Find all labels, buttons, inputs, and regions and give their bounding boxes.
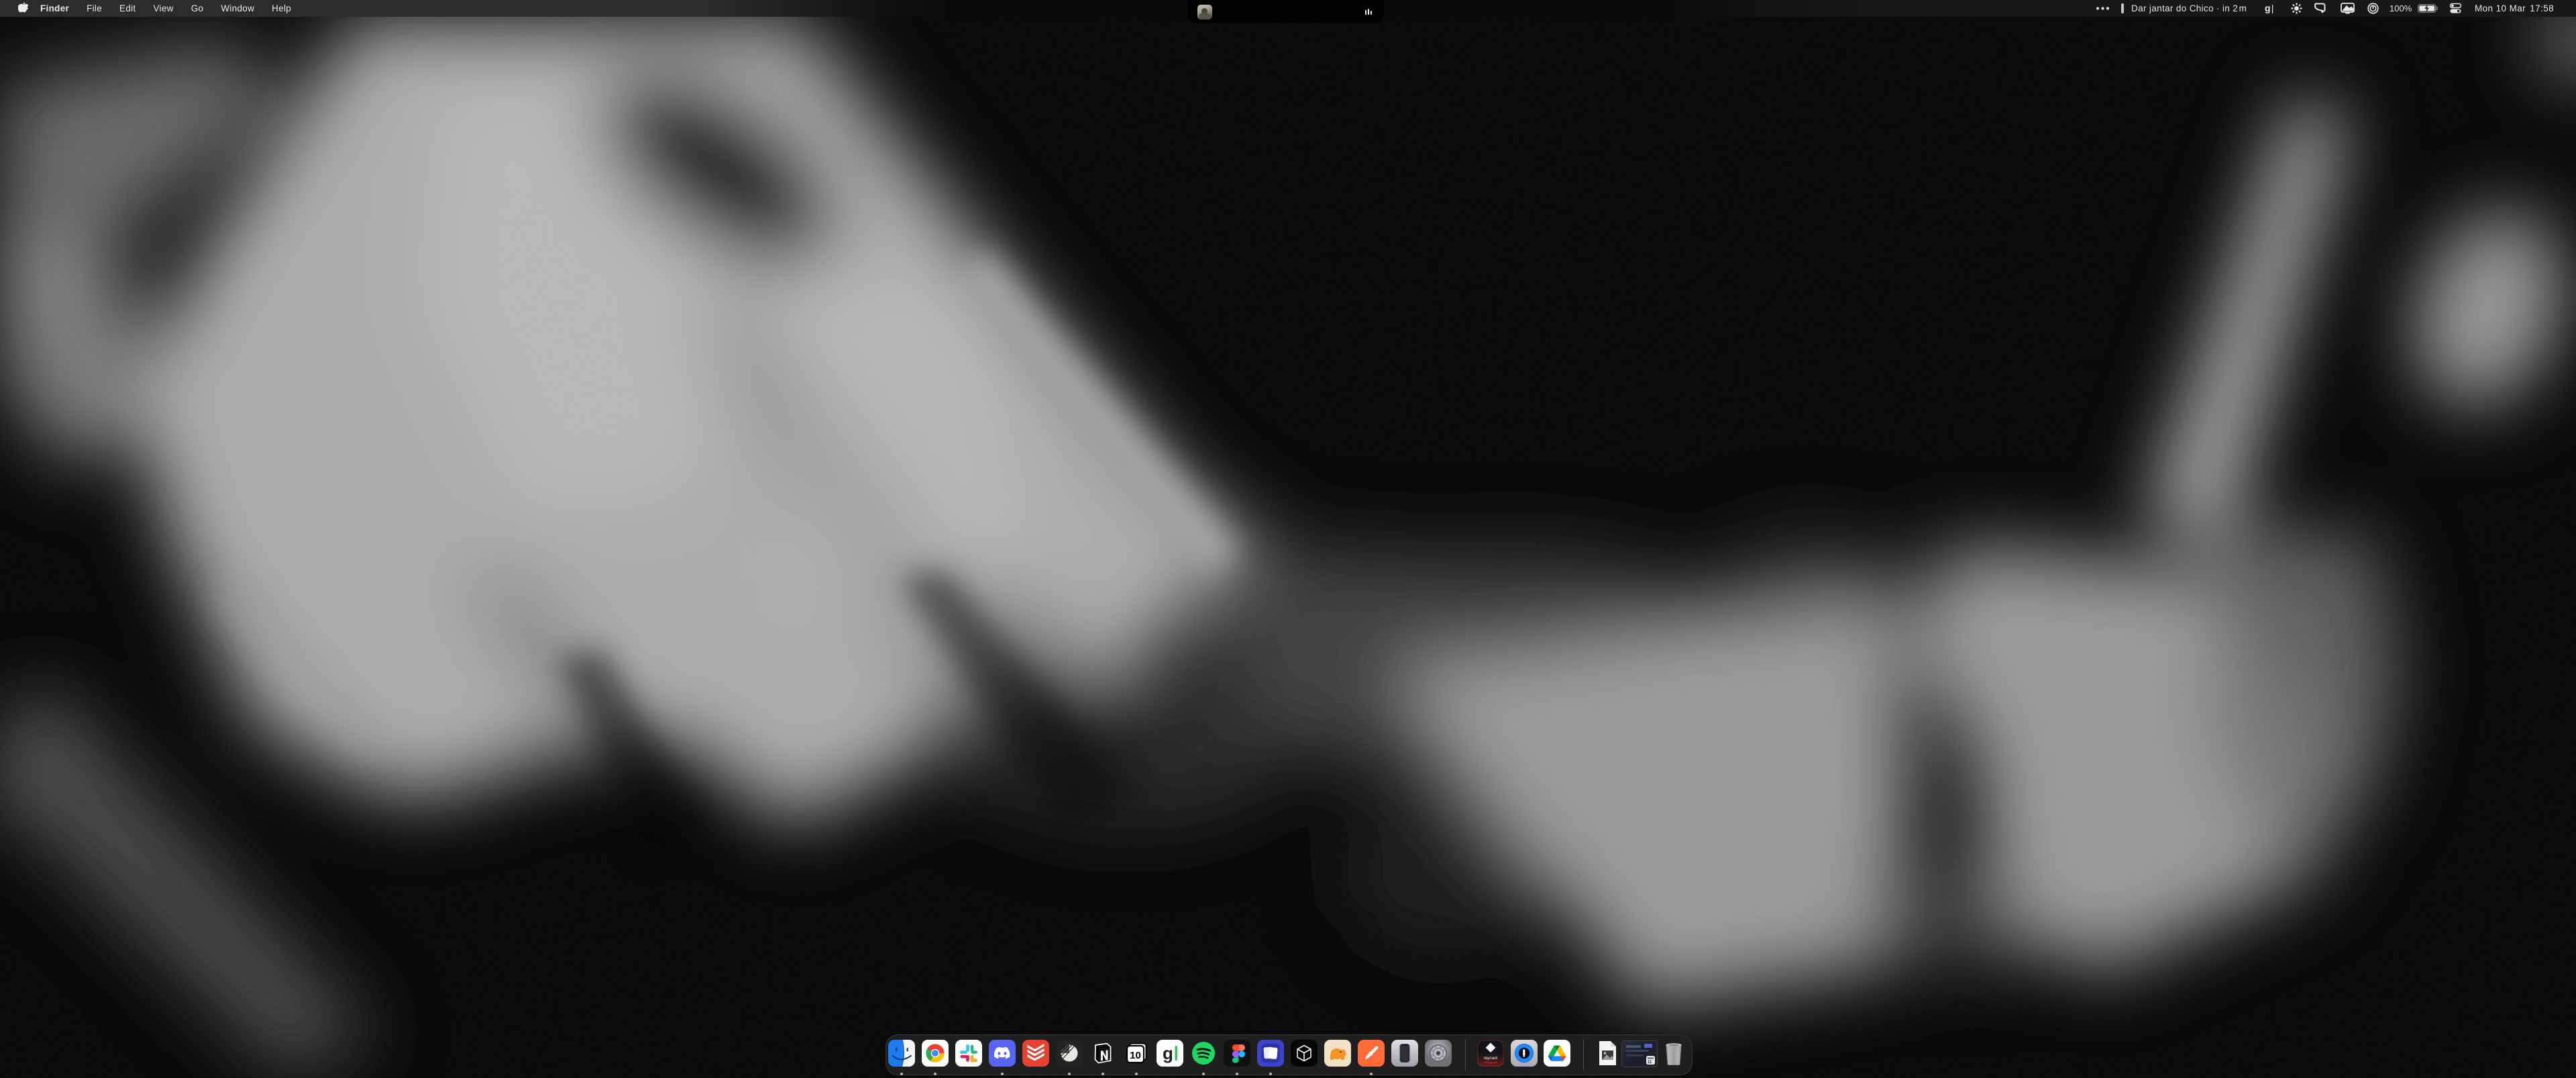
svg-text:10: 10 (1130, 1050, 1141, 1061)
svg-text:raycast: raycast (1484, 1056, 1498, 1061)
svg-text:g: g (1163, 1043, 1173, 1063)
